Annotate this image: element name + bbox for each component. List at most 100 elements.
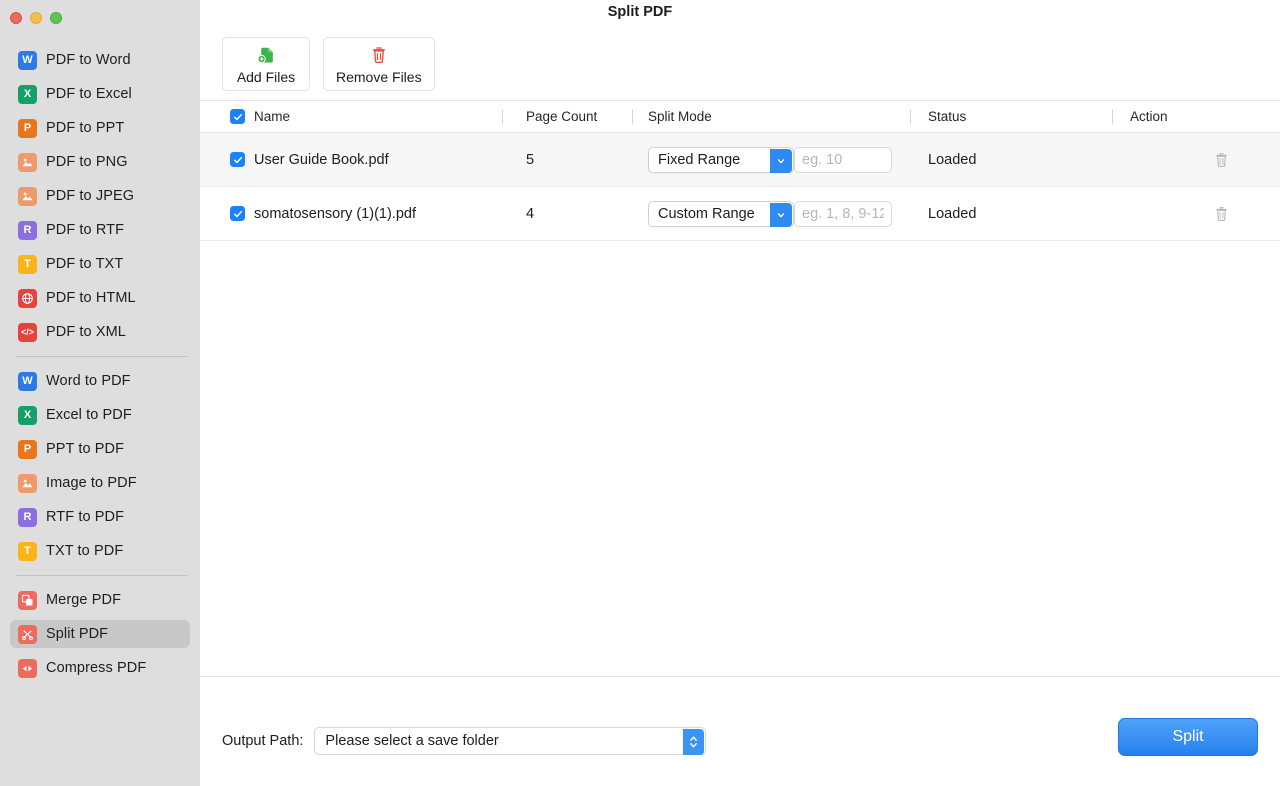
table-row[interactable]: somatosensory (1)(1).pdf 4 Custom Range	[200, 187, 1280, 241]
sidebar-item-compress-pdf[interactable]: Compress PDF	[10, 654, 190, 682]
row-cell-status: Loaded	[910, 187, 1112, 240]
split-mode-value: Fixed Range	[658, 151, 741, 168]
sidebar: W PDF to Word X PDF to Excel P PDF to PP…	[0, 0, 200, 786]
sidebar-item-ppt-to-pdf[interactable]: P PPT to PDF	[10, 435, 190, 463]
sidebar-divider	[16, 575, 188, 576]
add-files-label: Add Files	[236, 68, 296, 85]
range-input[interactable]	[794, 146, 892, 173]
add-files-button[interactable]: Add Files	[222, 37, 310, 91]
row-cell-split-mode: Fixed Range	[632, 133, 910, 186]
remove-files-button[interactable]: Remove Files	[323, 37, 435, 91]
sidebar-item-rtf-to-pdf[interactable]: R RTF to PDF	[10, 503, 190, 531]
merge-icon	[18, 590, 37, 610]
remove-files-label: Remove Files	[336, 68, 422, 85]
sidebar-item-pdf-to-word[interactable]: W PDF to Word	[10, 46, 190, 74]
sidebar-item-pdf-to-ppt[interactable]: P PDF to PPT	[10, 114, 190, 142]
trash-icon[interactable]	[1212, 151, 1230, 169]
add-file-icon	[256, 44, 276, 66]
compress-icon	[18, 658, 37, 678]
header-label-status: Status	[928, 109, 967, 124]
split-mode-select[interactable]: Custom Range	[648, 200, 794, 227]
globe-icon	[18, 288, 37, 308]
toolbar: Add Files Remove Files	[200, 28, 1280, 100]
word-icon: W	[18, 371, 37, 391]
sidebar-item-label: Merge PDF	[46, 592, 122, 608]
sidebar-item-pdf-to-jpeg[interactable]: PDF to JPEG	[10, 182, 190, 210]
page-title: Split PDF	[607, 4, 673, 20]
chevron-down-icon[interactable]	[770, 148, 792, 173]
table-header-row: Name Page Count Split Mode Status Action	[200, 101, 1280, 133]
page-count-value: 5	[526, 151, 535, 168]
split-mode-group: Custom Range	[648, 200, 892, 227]
row-checkbox[interactable]	[230, 152, 245, 167]
sidebar-item-merge-pdf[interactable]: Merge PDF	[10, 586, 190, 614]
split-button[interactable]: Split	[1118, 718, 1258, 756]
sidebar-item-label: PDF to PPT	[46, 120, 125, 136]
file-name: somatosensory (1)(1).pdf	[254, 205, 416, 222]
image-icon	[18, 152, 37, 172]
row-cell-name: somatosensory (1)(1).pdf	[200, 187, 502, 240]
status-badge: Loaded	[928, 151, 977, 168]
sidebar-item-pdf-to-excel[interactable]: X PDF to Excel	[10, 80, 190, 108]
sidebar-item-label: RTF to PDF	[46, 509, 125, 525]
header-cell-split-mode: Split Mode	[632, 101, 910, 132]
sidebar-item-txt-to-pdf[interactable]: T TXT to PDF	[10, 537, 190, 565]
sidebar-item-label: Image to PDF	[46, 475, 137, 491]
sidebar-item-word-to-pdf[interactable]: W Word to PDF	[10, 367, 190, 395]
sidebar-item-label: Compress PDF	[46, 660, 147, 676]
bottom-bar: Output Path: Please select a save folder…	[200, 676, 1280, 786]
output-path-row: Output Path: Please select a save folder	[222, 727, 707, 755]
sidebar-item-label: PDF to RTF	[46, 222, 125, 238]
range-input[interactable]	[794, 200, 892, 227]
image-icon	[18, 473, 37, 493]
sidebar-item-pdf-to-rtf[interactable]: R PDF to RTF	[10, 216, 190, 244]
chevron-updown-icon[interactable]	[683, 729, 705, 755]
header-cell-page-count: Page Count	[502, 101, 632, 132]
page-count-value: 4	[526, 205, 535, 222]
header-label-action: Action	[1130, 109, 1168, 124]
sidebar-item-excel-to-pdf[interactable]: X Excel to PDF	[10, 401, 190, 429]
status-badge: Loaded	[928, 205, 977, 222]
sidebar-item-split-pdf[interactable]: Split PDF	[10, 620, 190, 648]
row-cell-status: Loaded	[910, 133, 1112, 186]
output-path-value: Please select a save folder	[325, 733, 499, 749]
table-row[interactable]: User Guide Book.pdf 5 Fixed Range eg. 10…	[200, 133, 1280, 187]
sidebar-item-pdf-to-txt[interactable]: T PDF to TXT	[10, 250, 190, 278]
header-cell-name: Name	[200, 101, 502, 132]
row-checkbox[interactable]	[230, 206, 245, 221]
ppt-icon: P	[18, 439, 37, 459]
sidebar-item-label: PDF to TXT	[46, 256, 124, 272]
sidebar-item-pdf-to-xml[interactable]: </> PDF to XML	[10, 318, 190, 346]
sidebar-item-label: PDF to PNG	[46, 154, 128, 170]
trash-icon[interactable]	[1212, 205, 1230, 223]
titlebar: Split PDF	[200, 0, 1280, 28]
sidebar-item-label: PDF to HTML	[46, 290, 136, 306]
file-name: User Guide Book.pdf	[254, 151, 389, 168]
files-table: Name Page Count Split Mode Status Action	[200, 100, 1280, 676]
rtf-icon: R	[18, 507, 37, 527]
sidebar-nav: W PDF to Word X PDF to Excel P PDF to PP…	[0, 28, 200, 682]
sidebar-item-label: PDF to Word	[46, 52, 131, 68]
chevron-down-icon[interactable]	[770, 202, 792, 227]
header-label-page-count: Page Count	[526, 109, 598, 124]
row-cell-action	[1112, 187, 1280, 240]
header-cell-status: Status	[910, 101, 1112, 132]
row-cell-split-mode: Custom Range	[632, 187, 910, 240]
row-cell-action	[1112, 133, 1280, 186]
row-cell-name: User Guide Book.pdf	[200, 133, 502, 186]
sidebar-item-label: TXT to PDF	[46, 543, 124, 559]
split-mode-value: Custom Range	[658, 205, 755, 222]
select-all-checkbox[interactable]	[230, 109, 245, 124]
output-path-select[interactable]: Please select a save folder	[314, 727, 707, 755]
header-label-split-mode: Split Mode	[648, 109, 712, 124]
word-icon: W	[18, 50, 37, 70]
sidebar-item-image-to-pdf[interactable]: Image to PDF	[10, 469, 190, 497]
table-empty-area	[200, 241, 1280, 676]
scissors-icon	[18, 624, 37, 644]
split-mode-select[interactable]: Fixed Range	[648, 146, 794, 173]
sidebar-item-pdf-to-png[interactable]: PDF to PNG	[10, 148, 190, 176]
sidebar-item-pdf-to-html[interactable]: PDF to HTML	[10, 284, 190, 312]
txt-icon: T	[18, 541, 37, 561]
ppt-icon: P	[18, 118, 37, 138]
sidebar-item-label: Excel to PDF	[46, 407, 132, 423]
